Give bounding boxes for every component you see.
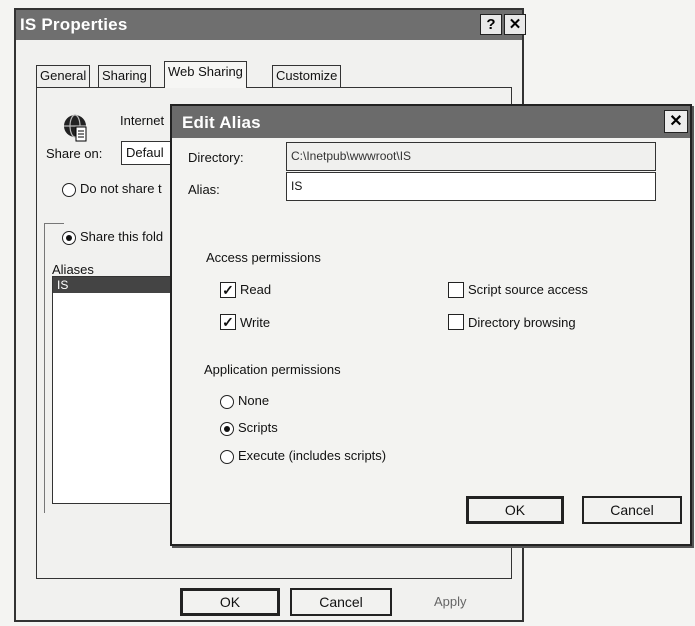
application-permissions-label: Application permissions [204,362,341,377]
iis-globe-icon [64,114,87,142]
directory-label: Directory: [188,150,244,165]
alias-input[interactable]: IS [286,172,656,201]
group-frame-left [44,223,45,513]
alias-label: Alias: [188,182,220,197]
none-label: None [238,393,270,408]
read-checkbox[interactable]: ✓ [220,282,236,298]
apply-button[interactable]: Apply [434,594,467,609]
group-frame-top [44,223,64,224]
ok-button[interactable]: OK [180,588,280,616]
help-button[interactable]: ? [480,14,502,35]
write-label: Write [240,315,271,330]
close-icon[interactable]: ✕ [504,14,526,35]
tab-customize[interactable]: Customize [272,65,342,87]
is-properties-title: IS Properties [20,15,128,34]
close-icon[interactable]: ✕ [664,110,688,133]
scripts-label: Scripts [238,420,278,435]
write-checkbox[interactable]: ✓ [220,314,236,330]
do-not-share-radio[interactable] [62,183,76,197]
share-this-folder-radio[interactable] [62,231,76,245]
aliases-label: Aliases [52,262,94,277]
edit-alias-titlebar[interactable]: Edit Alias ✕ [172,106,690,138]
read-label: Read [240,282,272,297]
directory-browsing-label: Directory browsing [468,315,576,330]
execute-label: Execute (includes scripts) [238,448,387,463]
share-on-label: Share on: [46,146,103,161]
is-properties-titlebar[interactable]: IS Properties ? ✕ [16,10,526,40]
scripts-radio[interactable] [220,422,234,436]
tab-general[interactable]: General [36,65,91,87]
edit-alias-dialog: Edit Alias ✕ Directory: C:\Inetpub\wwwro… [170,104,692,546]
tab-web-sharing[interactable]: Web Sharing [164,61,247,88]
internet-label: Internet [120,113,165,128]
directory-browsing-checkbox[interactable] [448,314,464,330]
script-source-label: Script source access [468,282,588,297]
execute-radio[interactable] [220,450,234,464]
cancel-button[interactable]: Cancel [582,496,682,524]
access-permissions-label: Access permissions [206,250,321,265]
ok-button[interactable]: OK [466,496,564,524]
cancel-button[interactable]: Cancel [290,588,392,616]
do-not-share-label: Do not share t [80,181,162,196]
directory-field: C:\Inetpub\wwwroot\IS [286,142,656,171]
tab-sharing[interactable]: Sharing [98,65,151,87]
edit-alias-title: Edit Alias [182,113,261,132]
share-this-folder-label: Share this fold [80,229,164,244]
list-item[interactable]: IS [53,277,181,293]
aliases-list[interactable]: IS [52,276,182,504]
script-source-checkbox[interactable] [448,282,464,298]
none-radio[interactable] [220,395,234,409]
